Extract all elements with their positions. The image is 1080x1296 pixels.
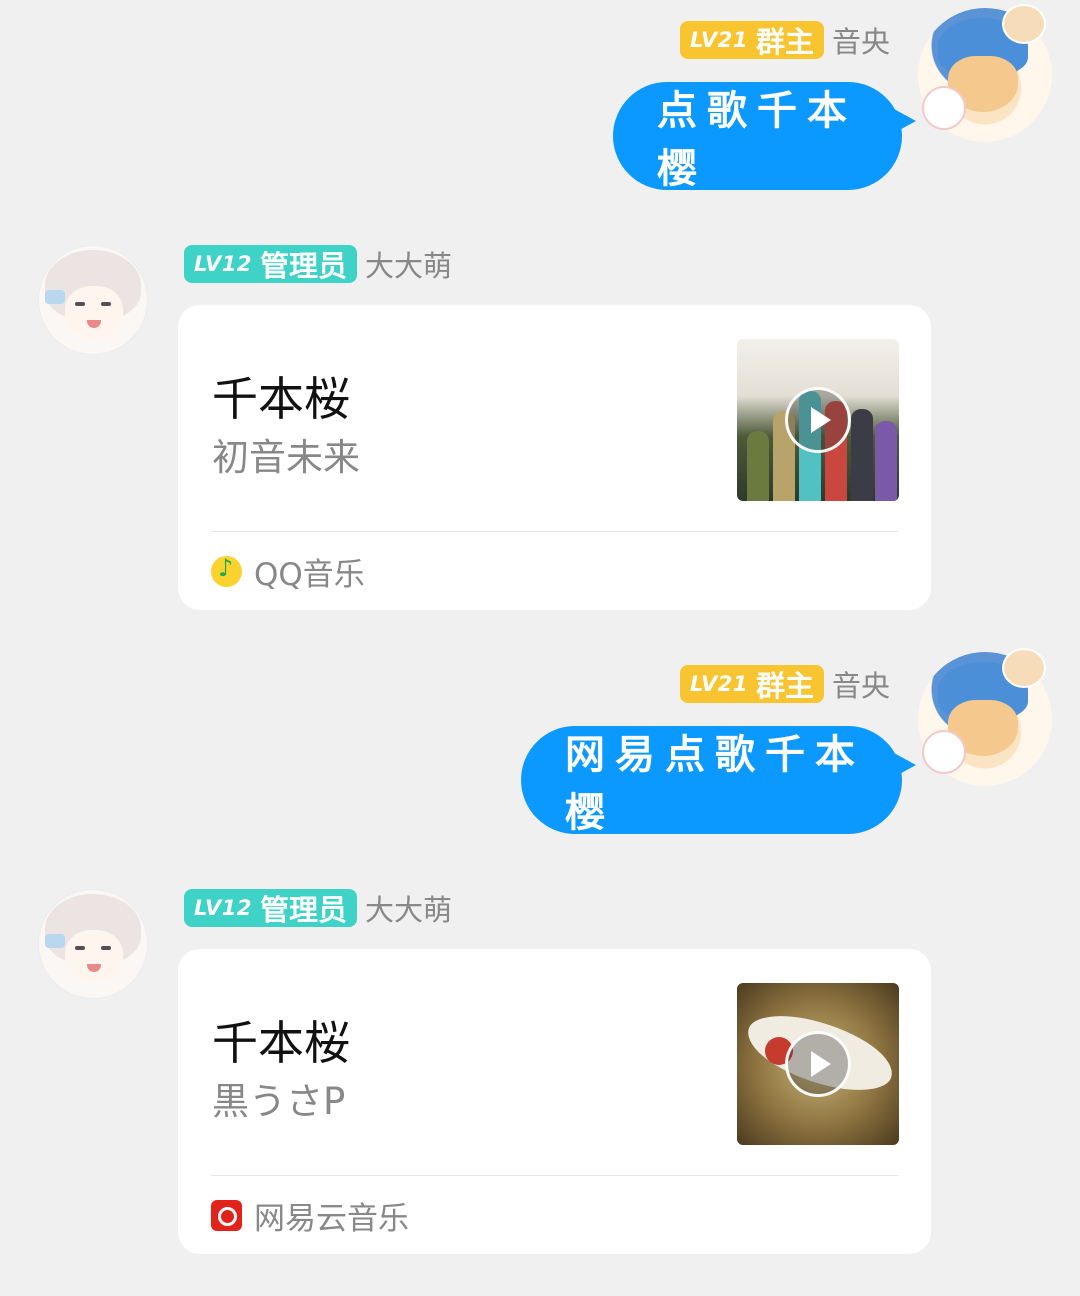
music-source: QQ音乐 [211,551,365,593]
music-card[interactable]: 千本桜 初音未来 QQ音乐 [178,305,931,610]
sender-name[interactable]: 音央 [832,19,890,61]
play-icon[interactable] [785,387,851,453]
level-badge: LV21 群主 [680,665,824,703]
sender-name[interactable]: 音央 [832,663,890,705]
sender-name[interactable]: 大大萌 [365,887,452,929]
sender-name[interactable]: 大大萌 [365,243,452,285]
sender-info: LV12 管理员 大大萌 [184,245,452,283]
message-text: 网易点歌千本樱 [565,731,865,836]
level-label: LV21 [690,672,748,696]
music-card[interactable]: 千本桜 黒うさP 网易云音乐 [178,949,931,1254]
song-title: 千本桜 [212,1016,350,1070]
role-label: 群主 [755,25,814,59]
song-artist: 初音未来 [212,436,360,479]
bubble-tail [894,753,916,777]
divider [211,1175,898,1176]
avatar[interactable] [38,245,148,355]
message-bubble[interactable]: 网易点歌千本樱 [521,726,902,836]
song-title: 千本桜 [212,372,350,426]
bubble-tail [894,109,916,133]
netease-music-icon [211,1199,242,1231]
level-label: LV21 [690,28,748,52]
sender-info: LV12 管理员 大大萌 [184,889,452,927]
level-label: LV12 [194,252,252,276]
sender-info: LV21 群主 音央 [680,21,890,59]
message-text: 点歌千本樱 [657,87,857,192]
level-badge: LV12 管理员 [184,889,357,927]
divider [211,531,898,532]
play-icon[interactable] [785,1031,851,1097]
role-label: 管理员 [259,249,347,283]
level-badge: LV21 群主 [680,21,824,59]
message-bubble[interactable]: 点歌千本樱 [613,82,902,192]
music-source: 网易云音乐 [211,1195,409,1237]
role-label: 群主 [755,669,814,703]
role-label: 管理员 [259,893,347,927]
song-artist: 黒うさP [212,1080,346,1123]
source-label: 网易云音乐 [254,1200,409,1237]
level-label: LV12 [194,896,252,920]
qq-music-icon [211,554,242,587]
avatar[interactable] [918,648,1052,786]
level-badge: LV12 管理员 [184,245,357,283]
album-cover[interactable] [737,339,899,501]
avatar[interactable] [38,889,148,999]
sender-info: LV21 群主 音央 [680,665,890,703]
source-label: QQ音乐 [254,556,365,593]
album-cover[interactable] [737,983,899,1145]
avatar[interactable] [918,4,1052,142]
